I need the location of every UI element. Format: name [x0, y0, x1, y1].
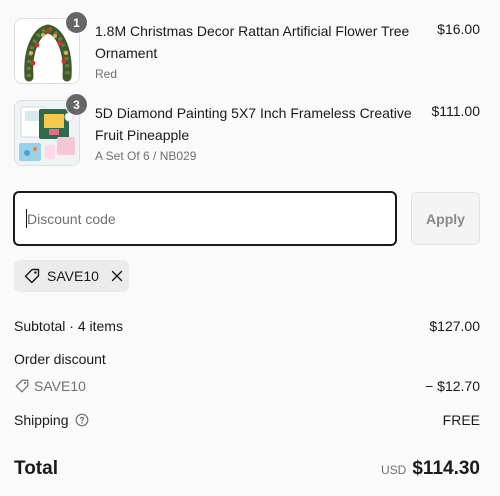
shipping-row: Shipping FREE: [14, 412, 480, 428]
tag-icon: [15, 379, 29, 393]
close-icon[interactable]: [110, 269, 124, 283]
discount-code-row: SAVE10 − $12.70: [14, 378, 480, 394]
subtotal-value: $127.00: [429, 318, 480, 334]
line-item: 1 1.8M Christmas Decor Rattan Artificial…: [14, 11, 486, 86]
quantity-badge: 1: [65, 11, 88, 34]
discount-code-input[interactable]: [13, 191, 397, 246]
order-discount-row: Order discount: [14, 351, 480, 367]
help-circle-icon[interactable]: [75, 413, 89, 427]
currency-code: USD: [381, 463, 407, 477]
discount-code-label: SAVE10: [47, 268, 99, 284]
total-amount: USD $114.30: [381, 458, 480, 480]
shipping-value: FREE: [442, 412, 480, 428]
shipping-info: Shipping: [14, 412, 89, 428]
product-price: $111.00: [431, 103, 480, 119]
product-variant: Red: [95, 67, 118, 81]
shipping-label: Shipping: [14, 412, 69, 428]
discount-value: − $12.70: [425, 378, 480, 394]
product-variant: A Set Of 6 / NB029: [95, 149, 197, 163]
total-row: Total USD $114.30: [14, 458, 480, 480]
discount-code-info: SAVE10: [14, 378, 86, 394]
text-caret: [26, 209, 27, 228]
tag-icon: [23, 267, 41, 285]
product-title: 5D Diamond Painting 5X7 Inch Frameless C…: [95, 105, 412, 143]
order-discount-label: Order discount: [14, 351, 106, 367]
line-item: 3 5D Diamond Painting 5X7 Inch Frameless…: [14, 93, 486, 168]
quantity-badge: 3: [65, 93, 88, 116]
subtotal-label: Subtotal · 4 items: [14, 318, 123, 334]
product-title: 1.8M Christmas Decor Rattan Artificial F…: [95, 23, 410, 61]
apply-discount-button[interactable]: Apply: [411, 192, 480, 245]
discount-code-text: SAVE10: [34, 378, 86, 394]
subtotal-row: Subtotal · 4 items $127.00: [14, 318, 480, 334]
product-price: $16.00: [437, 21, 480, 37]
applied-discount-chip: SAVE10: [14, 260, 129, 292]
remove-discount-button[interactable]: [110, 269, 124, 283]
total-value: $114.30: [412, 458, 480, 479]
total-label: Total: [14, 458, 58, 479]
